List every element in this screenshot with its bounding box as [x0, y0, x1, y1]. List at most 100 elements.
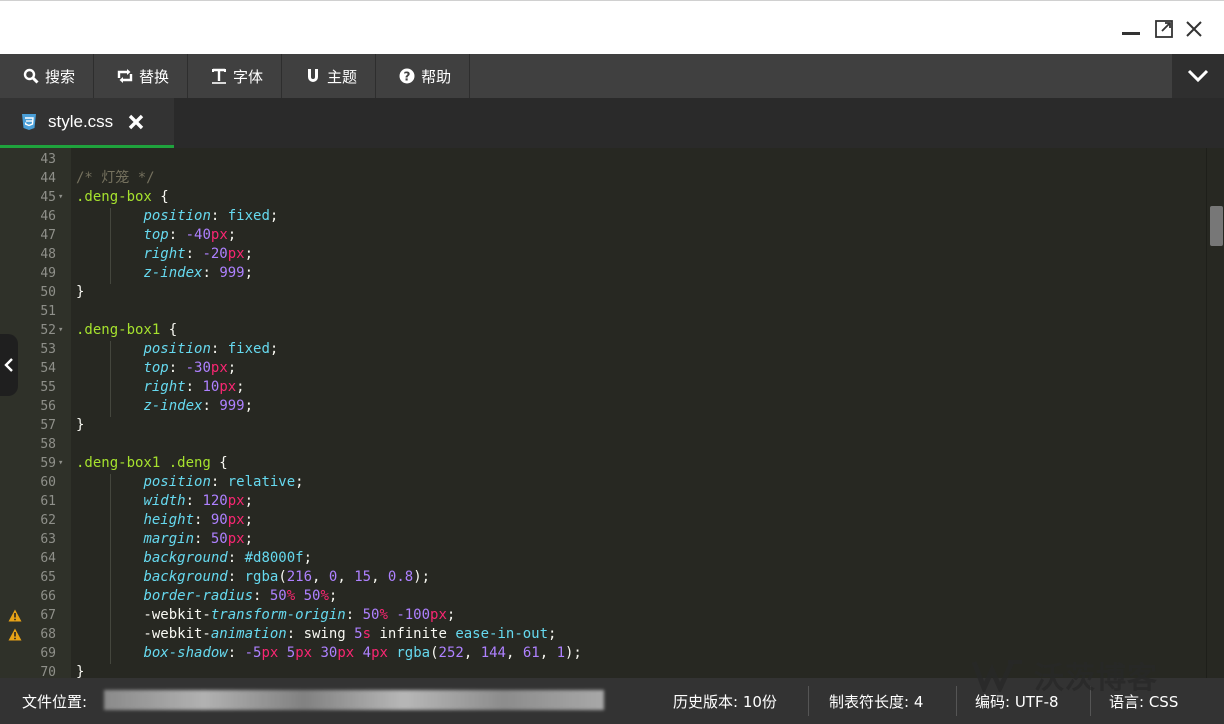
- code-line[interactable]: 55 right: 10px;: [0, 378, 1206, 397]
- code-token: relative: [227, 474, 296, 490]
- code-token: /* 灯笼 */: [76, 170, 155, 186]
- line-number: 65: [40, 570, 56, 585]
- code-line[interactable]: 67 -webkit-transform-origin: 50% -100px;: [0, 606, 1206, 625]
- chevron-down-icon: [1187, 69, 1209, 83]
- code-text: /* 灯笼 */: [76, 169, 155, 188]
- chevron-left-icon: [4, 358, 13, 372]
- code-line[interactable]: 45 ▾ .deng-box {: [0, 188, 1206, 207]
- code-line[interactable]: 59 ▾ .deng-box1 .deng {: [0, 454, 1206, 473]
- fold-toggle-icon[interactable]: ▾: [58, 454, 63, 473]
- line-number: 62: [40, 513, 56, 528]
- code-line[interactable]: 54 top: -30px;: [0, 359, 1206, 378]
- code-token: 30: [320, 645, 338, 661]
- font-button[interactable]: 字体: [188, 54, 283, 98]
- code-line[interactable]: 48 right: -20px;: [0, 245, 1206, 264]
- tab-style-css[interactable]: style.css: [0, 98, 174, 148]
- code-line[interactable]: 44 /* 灯笼 */: [0, 169, 1206, 188]
- code-line[interactable]: 63 margin: 50px;: [0, 530, 1206, 549]
- code-token: :: [210, 341, 228, 357]
- code-text: }: [76, 416, 84, 435]
- code-line[interactable]: 46 position: fixed;: [0, 207, 1206, 226]
- code-token: :: [185, 379, 203, 395]
- code-token: ;: [236, 379, 245, 395]
- line-number: 45: [40, 190, 56, 205]
- divider: [808, 686, 809, 716]
- line-number: 57: [40, 418, 56, 433]
- code-line[interactable]: 65 background: rgba(216, 0, 15, 0.8);: [0, 568, 1206, 587]
- code-line[interactable]: 50}: [0, 283, 1206, 302]
- code-token: :: [227, 550, 245, 566]
- code-token: ;: [244, 493, 254, 509]
- code-line[interactable]: 57}: [0, 416, 1206, 435]
- code-token: :: [185, 246, 203, 262]
- code-token: px: [227, 493, 245, 509]
- code-token: px: [227, 512, 245, 528]
- code-line[interactable]: 47 top: -40px;: [0, 226, 1206, 245]
- help-icon: ?: [398, 67, 416, 85]
- code-token: ,: [539, 645, 557, 661]
- line-number: 59: [40, 456, 56, 471]
- code-line[interactable]: 60 position: relative;: [0, 473, 1206, 492]
- close-tab-icon[interactable]: [127, 113, 145, 131]
- search-button[interactable]: 搜索: [0, 54, 95, 98]
- code-token: 10: [202, 379, 220, 395]
- code-line[interactable]: 58: [0, 435, 1206, 454]
- code-token: px: [227, 246, 245, 262]
- code-token: border-radius: [143, 588, 254, 604]
- tab-length[interactable]: 制表符长度: 4: [829, 678, 923, 724]
- history-versions[interactable]: 历史版本: 10份: [673, 678, 777, 724]
- code-line[interactable]: 66 border-radius: 50% 50%;: [0, 587, 1206, 606]
- code-token: }: [76, 664, 85, 678]
- fold-toggle-icon[interactable]: ▾: [58, 321, 63, 340]
- code-token: ;: [244, 265, 254, 281]
- code-line[interactable]: 64 background: #d8000f;: [0, 549, 1206, 568]
- replace-label: 替换: [139, 67, 170, 86]
- vertical-scrollbar[interactable]: [1206, 148, 1224, 678]
- code-token: -30: [185, 360, 211, 376]
- code-line[interactable]: 49 z-index: 999;: [0, 264, 1206, 283]
- close-window-button[interactable]: [1180, 15, 1208, 43]
- code-area[interactable]: 43 44/* 灯笼 */45 ▾ .deng-box {46 position: f…: [0, 148, 1206, 678]
- editor-toolbar: 搜索 替换 字体 主题 ? 帮助: [0, 54, 1224, 98]
- fold-toggle-icon[interactable]: ▾: [58, 188, 63, 207]
- code-token: ;: [269, 208, 279, 224]
- code-line[interactable]: 51: [0, 302, 1206, 321]
- code-token: #d8000f: [244, 550, 304, 566]
- code-line[interactable]: 53 position: fixed;: [0, 340, 1206, 359]
- font-icon: [210, 67, 228, 85]
- code-line[interactable]: 43: [0, 150, 1206, 169]
- code-token: :: [168, 360, 186, 376]
- code-line[interactable]: 56 z-index: 999;: [0, 397, 1206, 416]
- code-line[interactable]: 61 width: 120px;: [0, 492, 1206, 511]
- scrollbar-thumb[interactable]: [1210, 206, 1223, 246]
- maximize-button[interactable]: [1150, 15, 1178, 43]
- code-token: animation: [210, 626, 287, 642]
- replace-button[interactable]: 替换: [94, 54, 189, 98]
- collapse-toolbar-button[interactable]: [1172, 54, 1224, 98]
- code-line[interactable]: 52 ▾ .deng-box1 {: [0, 321, 1206, 340]
- code-token: :: [286, 626, 304, 642]
- code-token: 216: [286, 569, 313, 585]
- code-line[interactable]: 68 -webkit-animation: swing 5s infinite …: [0, 625, 1206, 644]
- code-text: position: fixed;: [76, 207, 278, 226]
- theme-button[interactable]: 主题: [282, 54, 377, 98]
- line-number: 48: [40, 247, 56, 262]
- code-token: swing: [303, 626, 355, 642]
- code-text: position: fixed;: [76, 340, 278, 359]
- code-token: :: [185, 493, 203, 509]
- theme-icon: [304, 67, 322, 85]
- help-button[interactable]: ? 帮助: [376, 54, 471, 98]
- code-token: background: [143, 569, 228, 585]
- minimize-button[interactable]: [1117, 15, 1145, 43]
- code-line[interactable]: 62 height: 90px;: [0, 511, 1206, 530]
- code-editor[interactable]: 43 44/* 灯笼 */45 ▾ .deng-box {46 position: f…: [0, 148, 1224, 678]
- side-panel-toggle[interactable]: [0, 334, 18, 396]
- code-token: rgba: [244, 569, 279, 585]
- line-number: 67: [40, 608, 56, 623]
